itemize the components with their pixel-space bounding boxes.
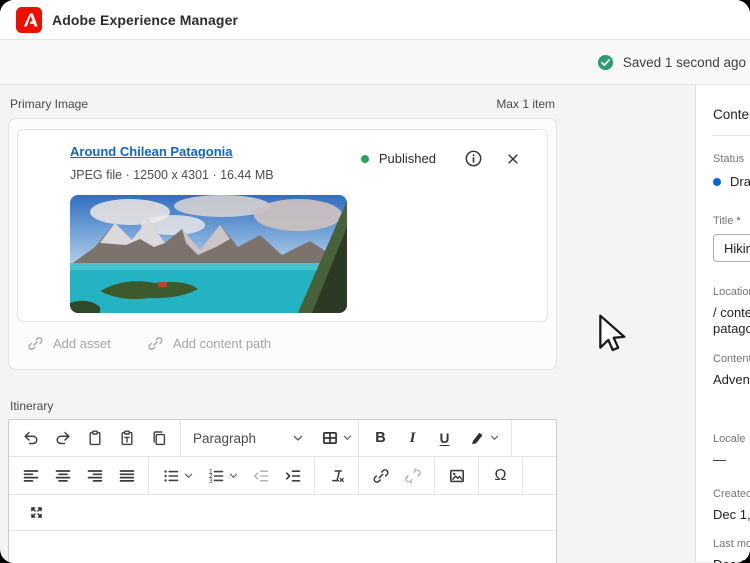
bold-icon[interactable]: B <box>365 423 396 453</box>
increase-indent-icon[interactable] <box>277 461 308 491</box>
paste-icon[interactable] <box>79 423 110 453</box>
insert-table-dropdown[interactable] <box>314 423 358 453</box>
link-icon <box>27 335 44 352</box>
primary-image-label: Primary Image <box>10 97 89 111</box>
location-value-line1: / content/ <box>713 305 750 320</box>
title-input[interactable] <box>713 234 750 262</box>
highlight-icon <box>471 432 482 445</box>
chevron-down-icon <box>343 435 351 441</box>
save-status-bar: Saved 1 second ago <box>0 40 750 85</box>
add-content-path-button[interactable]: Add content path <box>147 335 271 352</box>
main-area: Primary Image Max 1 item Around Chilean … <box>0 85 750 563</box>
svg-text:3: 3 <box>208 476 212 484</box>
primary-image-container: Around Chilean Patagonia JPEG file · 125… <box>8 118 557 370</box>
draft-status-dot <box>713 177 721 186</box>
created-label: Created <box>713 488 750 500</box>
chevron-down-icon <box>293 435 303 441</box>
adobe-logo-icon <box>16 6 42 33</box>
align-right-icon[interactable] <box>79 461 110 491</box>
chevron-down-icon <box>229 472 237 478</box>
special-characters-icon[interactable]: Ω <box>485 461 516 491</box>
app-window: Adobe Experience Manager Saved 1 second … <box>0 0 750 563</box>
divider <box>713 135 750 136</box>
unlink-icon[interactable] <box>397 461 428 491</box>
link-icon <box>147 335 164 352</box>
title-label: Title * <box>713 215 741 227</box>
asset-metadata: JPEG file · 12500 x 4301 · 16.44 MB <box>70 168 274 182</box>
add-asset-label: Add asset <box>53 336 111 351</box>
align-left-icon[interactable] <box>15 461 46 491</box>
created-value: Dec 1, 2023 <box>713 507 750 522</box>
panel-header: Content <box>713 107 750 122</box>
redo-icon[interactable] <box>47 423 78 453</box>
paragraph-style-value: Paragraph <box>193 430 257 446</box>
align-center-icon[interactable] <box>47 461 78 491</box>
justify-icon[interactable] <box>111 461 142 491</box>
chevron-down-icon <box>184 472 192 478</box>
content-properties-panel: Content Status Draft Title* Location / c… <box>695 85 750 563</box>
highlight-dropdown[interactable] <box>461 423 505 453</box>
asset-thumbnail[interactable] <box>70 195 347 313</box>
paragraph-style-dropdown[interactable]: Paragraph <box>181 431 313 446</box>
required-marker: * <box>736 215 741 227</box>
undo-icon[interactable] <box>15 423 46 453</box>
bulleted-list-dropdown[interactable] <box>155 461 199 491</box>
table-icon <box>322 432 337 444</box>
last-modified-label: Last modified <box>713 538 750 550</box>
max-items-label: Max 1 item <box>496 97 555 111</box>
numbered-list-icon: 1 2 3 <box>208 467 223 484</box>
remove-format-icon[interactable] <box>321 461 352 491</box>
top-bar: Adobe Experience Manager <box>0 0 750 40</box>
rich-text-editor: Paragraph B I U 1 2 3 Ω <box>8 419 557 563</box>
info-button[interactable] <box>464 149 483 168</box>
location-value-line2: patagonia <box>713 321 750 336</box>
link-icon[interactable] <box>365 461 396 491</box>
underline-icon[interactable]: U <box>429 423 460 453</box>
copy-icon[interactable] <box>143 423 174 453</box>
decrease-indent-icon[interactable] <box>245 461 276 491</box>
status-label: Status <box>713 153 745 165</box>
status-value: Draft <box>730 174 750 189</box>
insert-image-icon[interactable] <box>441 461 472 491</box>
locale-value: — <box>713 452 726 467</box>
add-asset-button[interactable]: Add asset <box>27 335 111 352</box>
maximize-icon[interactable] <box>21 498 52 528</box>
bulleted-list-icon <box>163 469 178 482</box>
remove-asset-button[interactable] <box>505 151 521 167</box>
asset-card: Around Chilean Patagonia JPEG file · 125… <box>17 129 548 322</box>
paste-plain-text-icon[interactable] <box>111 423 142 453</box>
content-value: Adventure <box>713 372 750 387</box>
published-status-dot <box>360 154 369 163</box>
content-label: Content <box>713 353 750 365</box>
location-label: Location <box>713 286 750 298</box>
itinerary-label: Itinerary <box>10 399 54 413</box>
app-title: Adobe Experience Manager <box>52 11 239 28</box>
asset-title-link[interactable]: Around Chilean Patagonia <box>70 144 233 159</box>
saved-check-icon <box>597 54 614 71</box>
last-modified-value: Dec 1, 2023 <box>713 557 750 563</box>
italic-icon[interactable]: I <box>397 423 428 453</box>
add-content-path-label: Add content path <box>172 336 272 351</box>
numbered-list-dropdown[interactable]: 1 2 3 <box>200 461 244 491</box>
save-status-text: Saved 1 second ago <box>622 54 746 70</box>
locale-label: Locale <box>713 433 746 445</box>
published-status-label: Published <box>378 151 436 166</box>
chevron-down-icon <box>490 435 498 441</box>
itinerary-text-area[interactable] <box>9 531 556 563</box>
